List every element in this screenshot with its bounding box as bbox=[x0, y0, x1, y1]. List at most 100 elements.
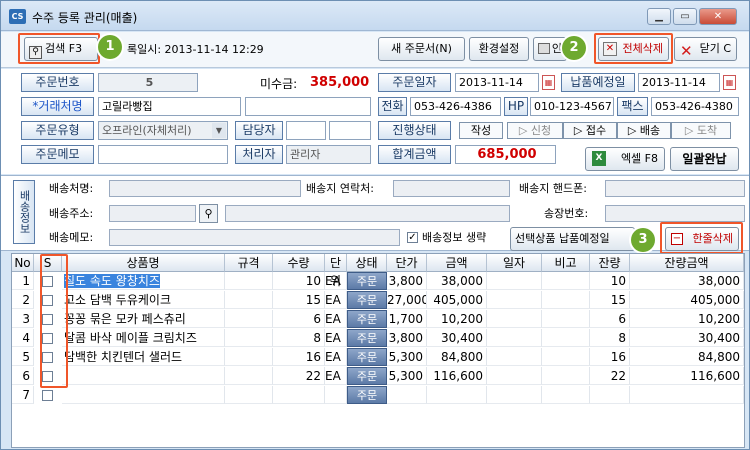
col-date-header[interactable]: 일자 bbox=[487, 254, 542, 272]
environment-settings-button[interactable]: 환경설정 bbox=[469, 37, 529, 61]
col-price-cell[interactable] bbox=[387, 386, 427, 404]
address-search-icon[interactable]: ⚲ bbox=[199, 204, 218, 223]
col-amount-cell[interactable]: 10,200 bbox=[427, 310, 487, 328]
col-unit-cell[interactable] bbox=[325, 386, 347, 404]
col-product-name-cell[interactable]: 담백한 치킨텐더 샐러드 bbox=[62, 348, 225, 366]
col-status-cell[interactable]: 주문 bbox=[347, 291, 387, 309]
col-qty-cell[interactable] bbox=[273, 386, 325, 404]
col-date-cell[interactable] bbox=[487, 272, 542, 290]
close-button[interactable]: ✕ 닫기 C bbox=[674, 37, 737, 61]
col-product-name-cell[interactable]: 꽁꽁 묶은 모카 페스츄리 bbox=[62, 310, 225, 328]
col-note-cell[interactable] bbox=[542, 367, 590, 385]
col-amount-cell[interactable]: 38,000 bbox=[427, 272, 487, 290]
col-amount-header[interactable]: 금액 bbox=[427, 254, 487, 272]
col-no-cell[interactable]: 1 bbox=[12, 272, 34, 290]
ship-address-field[interactable] bbox=[225, 205, 510, 222]
col-price-cell[interactable]: 3,800 bbox=[387, 272, 427, 290]
ship-mobile-field[interactable] bbox=[605, 180, 745, 197]
col-status-cell[interactable]: 주문 bbox=[347, 272, 387, 290]
col-qty-cell[interactable]: 8 bbox=[273, 329, 325, 347]
col-remain-amount-cell[interactable]: 116,600 bbox=[630, 367, 744, 385]
col-note-header[interactable]: 비고 bbox=[542, 254, 590, 272]
col-price-cell[interactable]: 3,800 bbox=[387, 329, 427, 347]
col-note-cell[interactable] bbox=[542, 386, 590, 404]
col-date-cell[interactable] bbox=[487, 367, 542, 385]
col-spec-cell[interactable] bbox=[225, 272, 273, 290]
ship-memo-field[interactable] bbox=[109, 229, 400, 246]
col-spec-cell[interactable] bbox=[225, 367, 273, 385]
col-spec-cell[interactable] bbox=[225, 348, 273, 366]
col-unit-header[interactable]: 단위 bbox=[325, 254, 347, 288]
col-status-cell[interactable]: 주문 bbox=[347, 310, 387, 328]
col-product-name-header[interactable]: 상품명 bbox=[62, 254, 225, 272]
col-remain-header[interactable]: 잔량 bbox=[590, 254, 630, 272]
col-product-name-cell[interactable]: 칠도 속도 왕창치즈 bbox=[62, 272, 225, 290]
col-note-cell[interactable] bbox=[542, 348, 590, 366]
complete-payment-button[interactable]: 일괄완납 bbox=[670, 147, 739, 171]
col-spec-cell[interactable] bbox=[225, 329, 273, 347]
col-date-cell[interactable] bbox=[487, 291, 542, 309]
col-no-cell[interactable]: 3 bbox=[12, 310, 34, 328]
ship-name-field[interactable] bbox=[109, 180, 301, 197]
calendar-icon[interactable]: ▦ bbox=[542, 75, 555, 90]
col-status-cell[interactable]: 주문 bbox=[347, 367, 387, 385]
col-qty-cell[interactable]: 6 bbox=[273, 310, 325, 328]
col-qty-cell[interactable]: 15 bbox=[273, 291, 325, 309]
col-spec-cell[interactable] bbox=[225, 386, 273, 404]
col-qty-cell[interactable]: 10 bbox=[273, 272, 325, 290]
col-remain-amount-cell[interactable]: 84,800 bbox=[630, 348, 744, 366]
col-status-header[interactable]: 상태 bbox=[347, 254, 387, 272]
col-amount-cell[interactable]: 116,600 bbox=[427, 367, 487, 385]
col-product-name-cell[interactable]: 달콤 바삭 메이플 크림치즈 bbox=[62, 329, 225, 347]
col-unit-cell[interactable]: EA bbox=[325, 329, 347, 347]
client-field[interactable]: 고릴라빵집 bbox=[98, 97, 241, 116]
col-product-name-cell[interactable]: 고소 담백 두유케이크 bbox=[62, 291, 225, 309]
col-date-cell[interactable] bbox=[487, 386, 542, 404]
col-no-cell[interactable]: 2 bbox=[12, 291, 34, 309]
fax-field[interactable]: 053-426-4380 bbox=[651, 97, 739, 116]
client-extra-field[interactable] bbox=[245, 97, 371, 116]
col-note-cell[interactable] bbox=[542, 291, 590, 309]
col-price-cell[interactable]: 27,000 bbox=[387, 291, 427, 309]
minimize-button[interactable]: ▁ bbox=[647, 8, 671, 25]
col-price-cell[interactable]: 5,300 bbox=[387, 348, 427, 366]
order-date-field[interactable]: 2013-11-14 bbox=[455, 73, 539, 92]
new-order-button[interactable]: 새 주문서(N) bbox=[378, 37, 465, 61]
col-qty-header[interactable]: 수량 bbox=[273, 254, 325, 272]
col-remain-cell[interactable]: 6 bbox=[590, 310, 630, 328]
col-remain-cell[interactable]: 15 bbox=[590, 291, 630, 309]
col-date-cell[interactable] bbox=[487, 329, 542, 347]
col-spec-header[interactable]: 규격 bbox=[225, 254, 273, 272]
omit-shipping-checkbox[interactable]: ✓ bbox=[407, 232, 418, 243]
col-status-cell[interactable]: 주문 bbox=[347, 348, 387, 366]
col-remain-amount-cell[interactable]: 405,000 bbox=[630, 291, 744, 309]
ship-contact-field[interactable] bbox=[393, 180, 510, 197]
col-unit-cell[interactable]: EA bbox=[325, 348, 347, 366]
col-remain-amount-header[interactable]: 잔량금액 bbox=[630, 254, 744, 272]
col-qty-cell[interactable]: 22 bbox=[273, 367, 325, 385]
col-status-cell[interactable]: 주문 bbox=[347, 329, 387, 347]
col-price-header[interactable]: 단가 bbox=[387, 254, 427, 272]
col-amount-cell[interactable]: 84,800 bbox=[427, 348, 487, 366]
col-unit-cell[interactable]: EA bbox=[325, 291, 347, 309]
phone-field[interactable]: 053-426-4386 bbox=[410, 97, 501, 116]
memo-field[interactable] bbox=[98, 145, 228, 164]
due-date-field[interactable]: 2013-11-14 bbox=[638, 73, 720, 92]
close-window-button[interactable]: ✕ bbox=[699, 8, 737, 25]
manager-field-2[interactable] bbox=[329, 121, 371, 140]
col-amount-cell[interactable]: 405,000 bbox=[427, 291, 487, 309]
hp-field[interactable]: 010-123-4567 bbox=[530, 97, 614, 116]
col-no-cell[interactable]: 5 bbox=[12, 348, 34, 366]
excel-button[interactable]: X 엑셀 F8 bbox=[585, 147, 665, 171]
col-unit-cell[interactable]: EA bbox=[325, 310, 347, 328]
col-remain-amount-cell[interactable] bbox=[630, 386, 744, 404]
ship-zip-field[interactable] bbox=[109, 205, 196, 222]
col-no-header[interactable]: No bbox=[12, 254, 34, 272]
col-remain-amount-cell[interactable]: 10,200 bbox=[630, 310, 744, 328]
order-type-select[interactable]: 오프라인(자체처리) ▼ bbox=[98, 121, 228, 140]
invoice-field[interactable] bbox=[605, 205, 745, 222]
col-spec-cell[interactable] bbox=[225, 291, 273, 309]
col-product-name-cell[interactable] bbox=[62, 386, 225, 404]
col-note-cell[interactable] bbox=[542, 310, 590, 328]
col-no-cell[interactable]: 7 bbox=[12, 386, 34, 404]
